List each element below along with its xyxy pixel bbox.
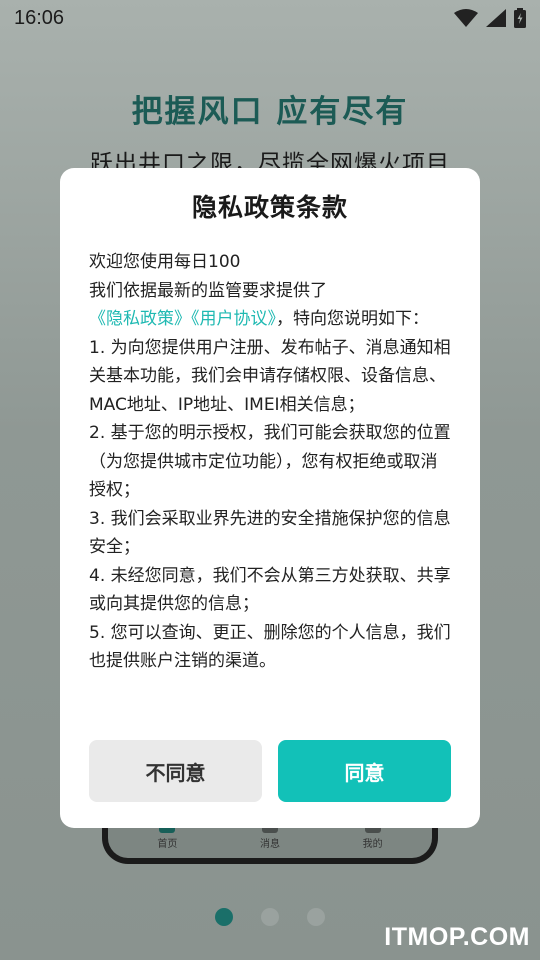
accept-button[interactable]: 同意 — [278, 740, 451, 802]
page-dot[interactable] — [261, 908, 279, 926]
intro-text: 我们依据最新的监管要求提供了 — [89, 280, 327, 301]
privacy-policy-link[interactable]: 《隐私政策》 — [89, 309, 191, 329]
cellular-signal-icon — [486, 9, 506, 27]
status-bar: 16:06 — [0, 0, 540, 36]
battery-icon — [514, 8, 526, 28]
intro-text: 欢迎您使用每日100 — [89, 252, 241, 272]
page-dot-active[interactable] — [215, 908, 233, 926]
decline-button[interactable]: 不同意 — [89, 740, 262, 802]
status-time: 16:06 — [14, 6, 65, 29]
phone-nav-label: 消息 — [259, 839, 280, 850]
user-agreement-link[interactable]: 《用户协议》 — [191, 309, 276, 329]
intro-tail-text: ，特向您说明如下： — [276, 309, 429, 329]
policy-links-line: 《隐私政策》《用户协议》，特向您说明如下： — [89, 305, 451, 334]
policy-item-4: 4. 未经您同意，我们不会从第三方处获取、共享或向其提供您的信息； — [89, 565, 451, 615]
page-dot[interactable] — [307, 908, 325, 926]
dialog-body: 欢迎您使用每日100 我们依据最新的监管要求提供了 《隐私政策》《用户协议》，特… — [89, 248, 451, 676]
policy-item-3: 3. 我们会采取业界先进的安全措施保护您的信息安全； — [89, 508, 451, 558]
privacy-policy-dialog: 隐私政策条款 欢迎您使用每日100 我们依据最新的监管要求提供了 《隐私政策》《… — [60, 168, 480, 828]
status-icons — [454, 8, 526, 28]
background-headline: 把握风口 应有尽有 — [131, 94, 409, 130]
policy-item-1: 1. 为向您提供用户注册、发布帖子、消息通知相关基本功能，我们会申请存储权限、设… — [89, 337, 451, 415]
wifi-icon — [454, 9, 478, 27]
dialog-buttons: 不同意 同意 — [89, 740, 451, 802]
policy-item-5: 5. 您可以查询、更正、删除您的个人信息，我们也提供账户注销的渠道。 — [89, 622, 451, 672]
policy-item-2: 2. 基于您的明示授权，我们可能会获取您的位置（为您提供城市定位功能），您有权拒… — [89, 423, 451, 500]
watermark: ITMOP.COM — [384, 923, 530, 951]
dialog-title: 隐私政策条款 — [191, 193, 348, 222]
phone-nav-label: 我的 — [362, 839, 383, 850]
phone-nav-label: 首页 — [157, 839, 178, 850]
